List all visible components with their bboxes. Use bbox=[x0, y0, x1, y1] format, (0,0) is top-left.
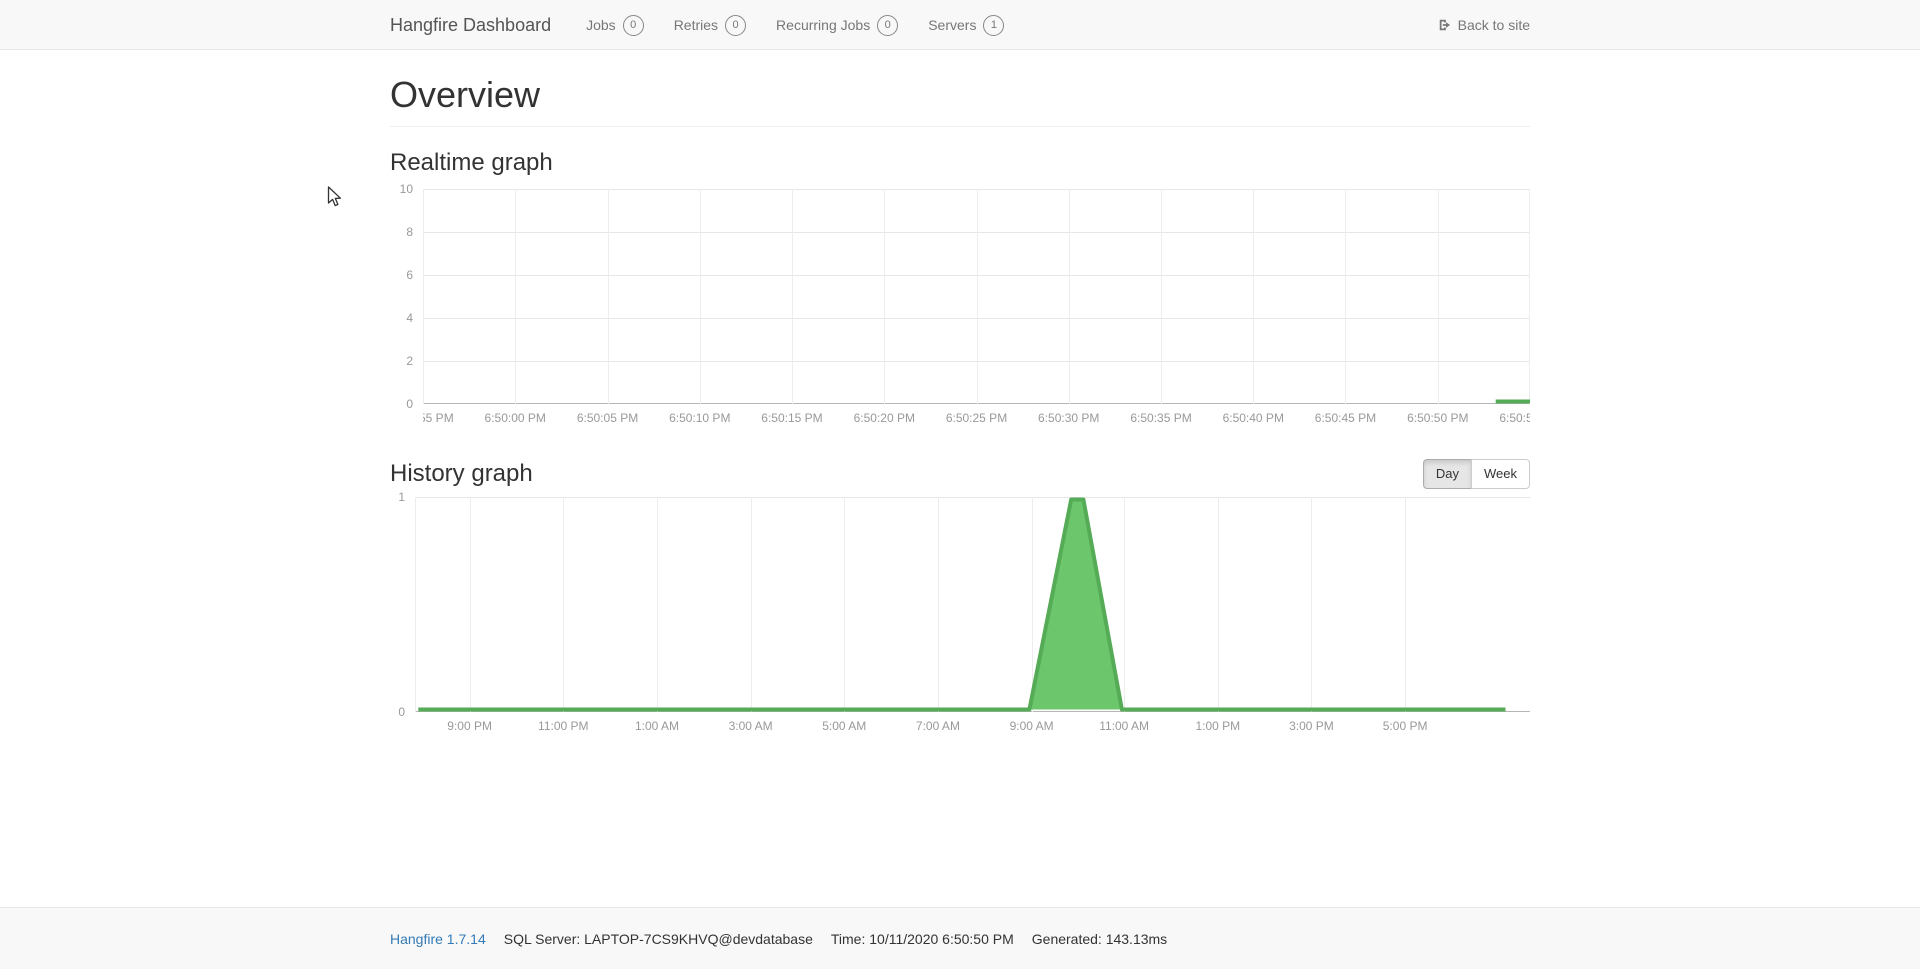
jobs-count-badge: 0 bbox=[623, 15, 644, 36]
history-plot-area bbox=[415, 497, 1530, 712]
realtime-series-svg bbox=[423, 189, 1530, 404]
y-tick-label: 4 bbox=[390, 310, 413, 326]
x-tick-label: 6:50:00 PM bbox=[485, 411, 546, 425]
y-tick-label: 10 bbox=[390, 181, 413, 197]
generated-time-info: Generated: 143.13ms bbox=[1032, 931, 1167, 947]
top-navbar: Hangfire Dashboard Jobs 0 Retries 0 Recu… bbox=[0, 0, 1920, 50]
x-tick-label: 9:00 AM bbox=[1010, 719, 1054, 733]
x-tick-label: 3:00 PM bbox=[1289, 719, 1334, 733]
x-tick-label: 6:50:05 PM bbox=[577, 411, 638, 425]
x-tick-label: 1:00 AM bbox=[635, 719, 679, 733]
x-tick-label: 11:00 PM bbox=[538, 719, 588, 733]
server-time-info: Time: 10/11/2020 6:50:50 PM bbox=[831, 931, 1014, 947]
nav-item-jobs-label: Jobs bbox=[586, 17, 616, 33]
x-tick-label: 6:50:10 PM bbox=[669, 411, 730, 425]
x-tick-label: 6:50:45 PM bbox=[1315, 411, 1376, 425]
x-tick-label: 5:00 PM bbox=[1383, 719, 1428, 733]
x-tick-label: 11:00 AM bbox=[1099, 719, 1149, 733]
y-tick-label: 1 bbox=[390, 489, 405, 505]
nav-item-retries-label: Retries bbox=[674, 17, 718, 33]
x-tick-label: 6:50:30 PM bbox=[1038, 411, 1099, 425]
page-title: Overview bbox=[390, 74, 1530, 127]
x-tick-label: 6:49:55 PM bbox=[423, 411, 454, 425]
main-nav: Jobs 0 Retries 0 Recurring Jobs 0 Server… bbox=[571, 0, 1019, 50]
x-tick-label: 5:00 AM bbox=[822, 719, 866, 733]
x-tick-label: 6:50:35 PM bbox=[1130, 411, 1191, 425]
retries-count-badge: 0 bbox=[725, 15, 746, 36]
history-chart: 019:00 PM11:00 PM1:00 AM3:00 AM5:00 AM7:… bbox=[390, 497, 1530, 741]
nav-item-recurring-jobs-label: Recurring Jobs bbox=[776, 17, 870, 33]
y-tick-label: 6 bbox=[390, 267, 413, 283]
brand-link[interactable]: Hangfire Dashboard bbox=[390, 15, 551, 36]
week-button[interactable]: Week bbox=[1471, 459, 1530, 489]
x-tick-label: 6:50:25 PM bbox=[946, 411, 1007, 425]
y-tick-label: 8 bbox=[390, 224, 413, 240]
realtime-chart: 02468106:49:55 PM6:50:00 PM6:50:05 PM6:5… bbox=[390, 189, 1530, 433]
y-tick-label: 2 bbox=[390, 353, 413, 369]
main-content: Overview Realtime graph 02468106:49:55 P… bbox=[375, 50, 1545, 741]
history-series-succeeded bbox=[418, 500, 1505, 710]
footer: Hangfire 1.7.14 SQL Server: LAPTOP-7CS9K… bbox=[0, 907, 1920, 969]
x-tick-label: 6:50:55 PM bbox=[1499, 411, 1530, 425]
nav-item-retries[interactable]: Retries 0 bbox=[659, 0, 761, 50]
sql-server-info: SQL Server: LAPTOP-7CS9KHVQ@devdatabase bbox=[504, 931, 813, 947]
x-tick-label: 6:50:40 PM bbox=[1223, 411, 1284, 425]
y-tick-label: 0 bbox=[390, 396, 413, 412]
realtime-graph-heading: Realtime graph bbox=[390, 149, 1530, 177]
servers-count-badge: 1 bbox=[983, 15, 1004, 36]
history-period-toggle: Day Week bbox=[1423, 459, 1530, 489]
x-tick-label: 1:00 PM bbox=[1195, 719, 1240, 733]
hangfire-version-link[interactable]: Hangfire 1.7.14 bbox=[390, 931, 486, 947]
x-tick-label: 7:00 AM bbox=[916, 719, 960, 733]
day-button[interactable]: Day bbox=[1423, 459, 1472, 489]
history-graph-heading: History graph bbox=[390, 460, 533, 488]
history-x-axis: 9:00 PM 11:00 PM 1:00 AM 3:00 AM 5:00 AM 7:00… bbox=[415, 719, 1530, 737]
y-tick-label: 0 bbox=[390, 704, 405, 720]
nav-item-jobs[interactable]: Jobs 0 bbox=[571, 0, 659, 50]
nav-item-recurring-jobs[interactable]: Recurring Jobs 0 bbox=[761, 0, 913, 50]
x-tick-label: 6:50:50 PM bbox=[1407, 411, 1468, 425]
mouse-cursor bbox=[327, 186, 345, 215]
history-graph-header: History graph Day Week bbox=[390, 459, 1530, 489]
hangfire-dashboard-page: Hangfire Dashboard Jobs 0 Retries 0 Recu… bbox=[0, 0, 1920, 969]
back-to-site-label: Back to site bbox=[1458, 17, 1530, 33]
x-tick-label: 9:00 PM bbox=[447, 719, 492, 733]
realtime-x-axis: 6:49:55 PM 6:50:00 PM 6:50:05 PM 6:50:10 PM… bbox=[423, 411, 1530, 429]
x-tick-label: 6:50:15 PM bbox=[761, 411, 822, 425]
nav-item-servers[interactable]: Servers 1 bbox=[913, 0, 1019, 50]
logout-icon bbox=[1438, 18, 1452, 32]
back-to-site-link[interactable]: Back to site bbox=[1438, 17, 1530, 33]
x-tick-label: 6:50:20 PM bbox=[854, 411, 915, 425]
realtime-plot-area bbox=[423, 189, 1530, 404]
x-tick-label: 3:00 AM bbox=[729, 719, 773, 733]
recurring-jobs-count-badge: 0 bbox=[877, 15, 898, 36]
history-series-svg bbox=[415, 497, 1530, 712]
nav-item-servers-label: Servers bbox=[928, 17, 976, 33]
